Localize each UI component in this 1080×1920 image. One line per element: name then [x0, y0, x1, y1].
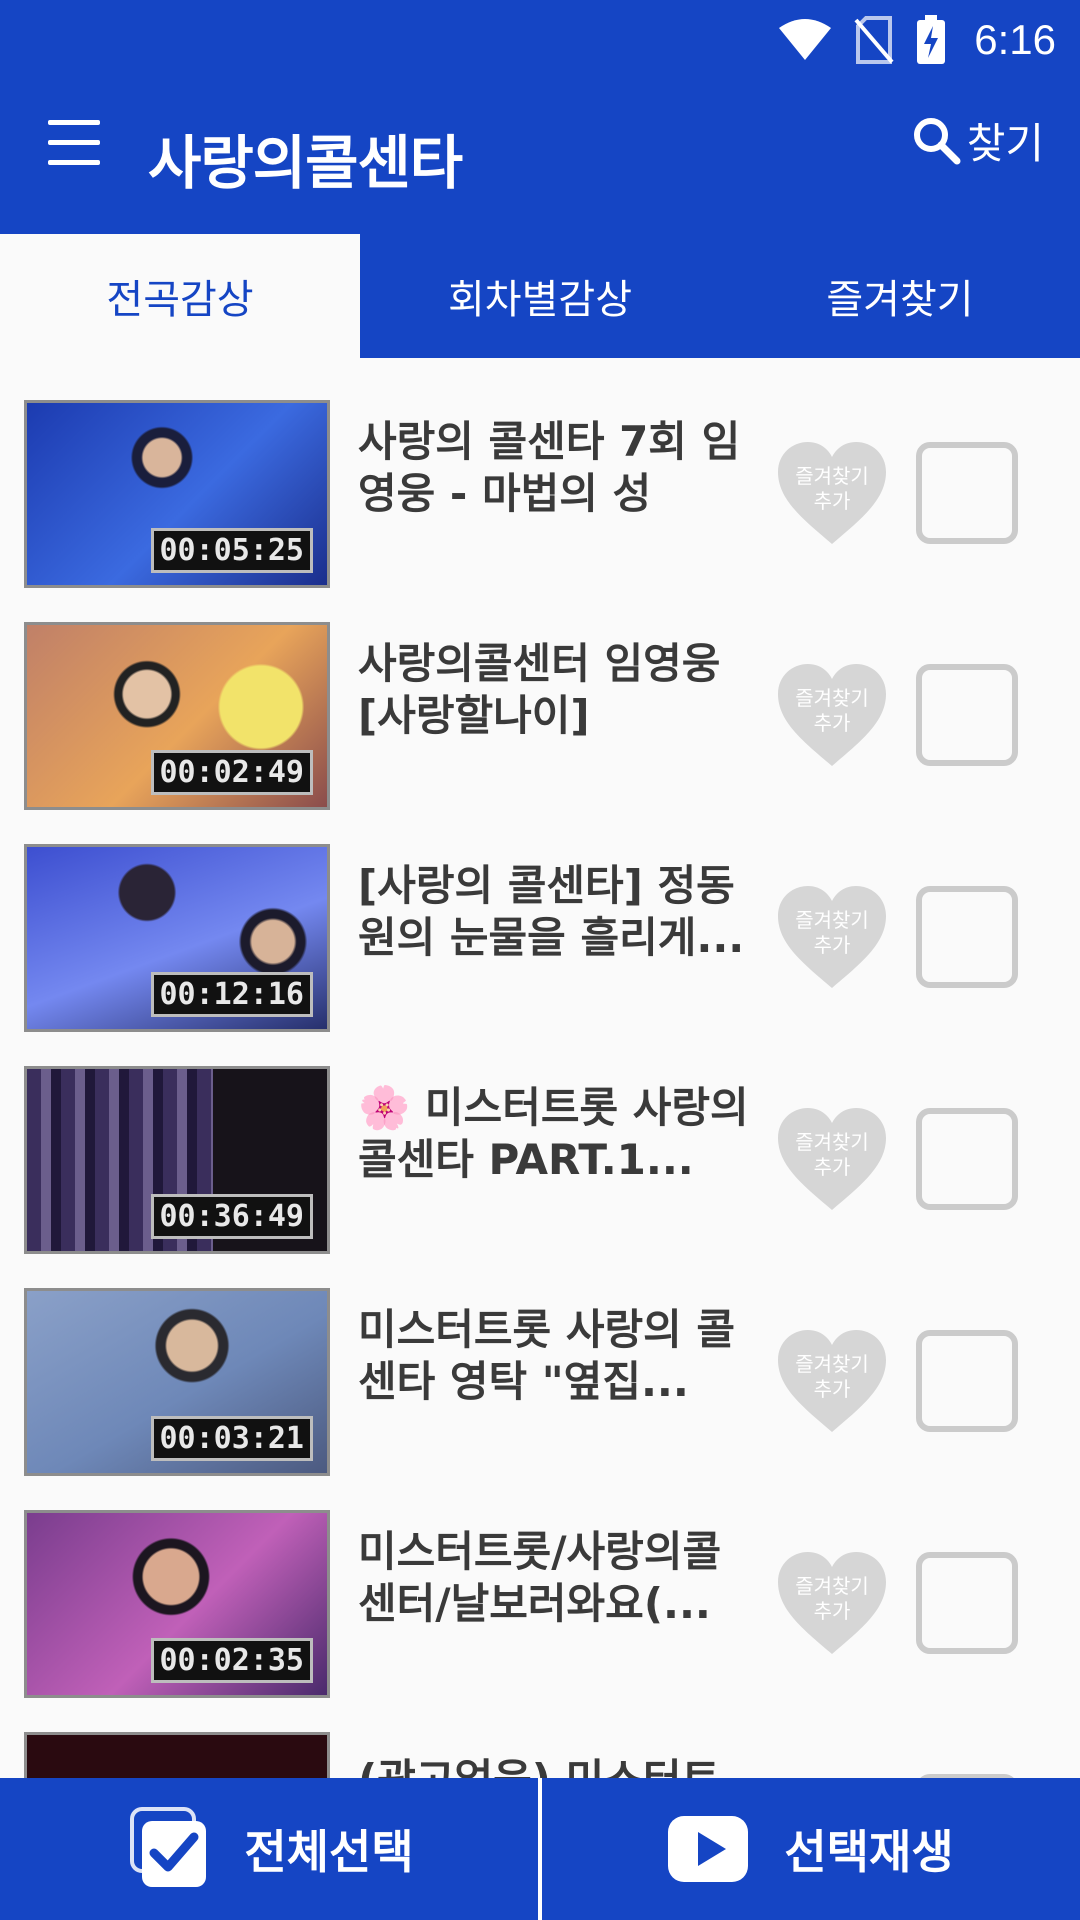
video-duration: 00:02:49 — [150, 750, 313, 795]
video-title[interactable]: (광고없음) 미스터트 — [358, 1754, 750, 1778]
tab-favorites[interactable]: 즐겨찾기 — [720, 234, 1080, 358]
video-duration: 00:05:25 — [150, 528, 313, 573]
video-duration: 00:12:16 — [150, 972, 313, 1017]
tab-bar: 전곡감상 회차별감상 즐겨찾기 — [0, 234, 1080, 358]
favorite-add-label: 즐겨찾기 추가 — [795, 1574, 869, 1623]
video-title[interactable]: 사랑의 콜센타 7회 임영웅 - 마법의 성 — [358, 416, 750, 520]
video-duration: 00:02:35 — [150, 1638, 313, 1683]
video-thumbnail[interactable]: 00:02:49 — [24, 622, 330, 810]
list-item[interactable]: 00:03:21 미스터트롯 사랑의 콜센타 영탁 "옆집... 즐겨찾기 추가 — [0, 1288, 1080, 1510]
video-duration: 00:03:21 — [150, 1416, 313, 1461]
search-button[interactable]: 찾기 — [911, 110, 1044, 170]
cherry-blossom-icon: 🌸 — [358, 1083, 411, 1132]
select-checkbox[interactable] — [916, 1330, 1018, 1432]
tab-all-songs[interactable]: 전곡감상 — [0, 234, 360, 358]
video-title[interactable]: [사랑의 콜센타] 정동원의 눈물을 흘리게... — [358, 860, 750, 964]
app-bar: 사랑의콜센타 찾기 — [0, 80, 1080, 234]
wifi-icon — [779, 19, 832, 60]
favorite-add-label: 즐겨찾기 추가 — [795, 686, 869, 735]
list-item[interactable]: 00:02:49 사랑의콜센터 임영웅 [사랑할나이] 즐겨찾기 추가 — [0, 622, 1080, 844]
status-icons: 6:16 — [778, 10, 1056, 70]
select-all-button[interactable]: 전체선택 — [0, 1778, 540, 1920]
app-title: 사랑의콜센타 — [148, 129, 463, 197]
video-thumbnail[interactable]: 00:05:25 — [24, 400, 330, 588]
video-thumbnail[interactable]: 00:02:35 — [24, 1510, 330, 1698]
search-label: 찾기 — [966, 118, 1044, 168]
play-icon — [668, 1816, 749, 1882]
select-checkbox[interactable] — [916, 664, 1018, 766]
favorite-add-button[interactable]: 즐겨찾기 추가 — [774, 440, 890, 548]
menu-icon[interactable] — [48, 120, 100, 166]
select-checkbox[interactable] — [916, 1552, 1018, 1654]
favorite-add-label: 즐겨찾기 추가 — [795, 1352, 869, 1401]
list-item[interactable]: 00:05:25 사랑의 콜센타 7회 임영웅 - 마법의 성 즐겨찾기 추가 — [0, 400, 1080, 622]
favorite-add-label: 즐겨찾기 추가 — [795, 908, 869, 957]
search-icon — [913, 118, 961, 165]
list-item[interactable]: 00:12:16 [사랑의 콜센타] 정동원의 눈물을 흘리게... 즐겨찾기 추… — [0, 844, 1080, 1066]
select-all-label: 전체선택 — [244, 1825, 414, 1879]
favorite-add-button[interactable]: 즐겨찾기 추가 — [774, 1106, 890, 1214]
video-title[interactable]: 사랑의콜센터 임영웅 [사랑할나이] — [358, 638, 750, 742]
favorite-add-button[interactable]: 즐겨찾기 추가 — [774, 1328, 890, 1436]
video-thumbnail[interactable] — [24, 1732, 330, 1778]
select-checkbox[interactable] — [916, 1108, 1018, 1210]
select-checkbox[interactable] — [916, 886, 1018, 988]
no-sim-icon — [854, 16, 894, 64]
favorite-add-button[interactable]: 즐겨찾기 추가 — [774, 662, 890, 770]
play-selected-button[interactable]: 선택재생 — [540, 1778, 1080, 1920]
video-title[interactable]: 🌸 미스터트롯 사랑의 콜센타 PART.1... — [358, 1082, 750, 1186]
list-item[interactable]: 00:02:35 미스터트롯/사랑의콜센터/날보러와요(... 즐겨찾기 추가 — [0, 1510, 1080, 1732]
favorite-add-label: 즐겨찾기 추가 — [795, 464, 869, 513]
favorite-add-button[interactable]: 즐겨찾기 추가 — [774, 1550, 890, 1658]
play-selected-label: 선택재생 — [784, 1825, 954, 1879]
status-time: 6:16 — [974, 16, 1056, 63]
video-title[interactable]: 미스터트롯/사랑의콜센터/날보러와요(... — [358, 1526, 750, 1630]
video-thumbnail[interactable]: 00:12:16 — [24, 844, 330, 1032]
list-item[interactable]: 00:36:49 🌸 미스터트롯 사랑의 콜센타 PART.1... 즐겨찾기 추… — [0, 1066, 1080, 1288]
video-thumbnail[interactable]: 00:36:49 — [24, 1066, 330, 1254]
favorite-add-label: 즐겨찾기 추가 — [795, 1130, 869, 1179]
select-checkbox[interactable] — [916, 442, 1018, 544]
video-duration: 00:36:49 — [150, 1194, 313, 1239]
status-bar: 6:16 — [0, 0, 1080, 80]
tab-by-episode[interactable]: 회차별감상 — [360, 234, 720, 358]
video-list[interactable]: 00:05:25 사랑의 콜센타 7회 임영웅 - 마법의 성 즐겨찾기 추가 0… — [0, 400, 1080, 1778]
bottom-action-bar: 전체선택 선택재생 — [0, 1778, 1080, 1920]
list-item[interactable]: (광고없음) 미스터트 — [0, 1732, 1080, 1778]
video-title[interactable]: 미스터트롯 사랑의 콜센타 영탁 "옆집... — [358, 1304, 750, 1408]
favorite-add-button[interactable]: 즐겨찾기 추가 — [774, 884, 890, 992]
battery-charging-icon — [917, 15, 946, 64]
select-all-checkbox-icon — [130, 1807, 207, 1887]
video-thumbnail[interactable]: 00:03:21 — [24, 1288, 330, 1476]
